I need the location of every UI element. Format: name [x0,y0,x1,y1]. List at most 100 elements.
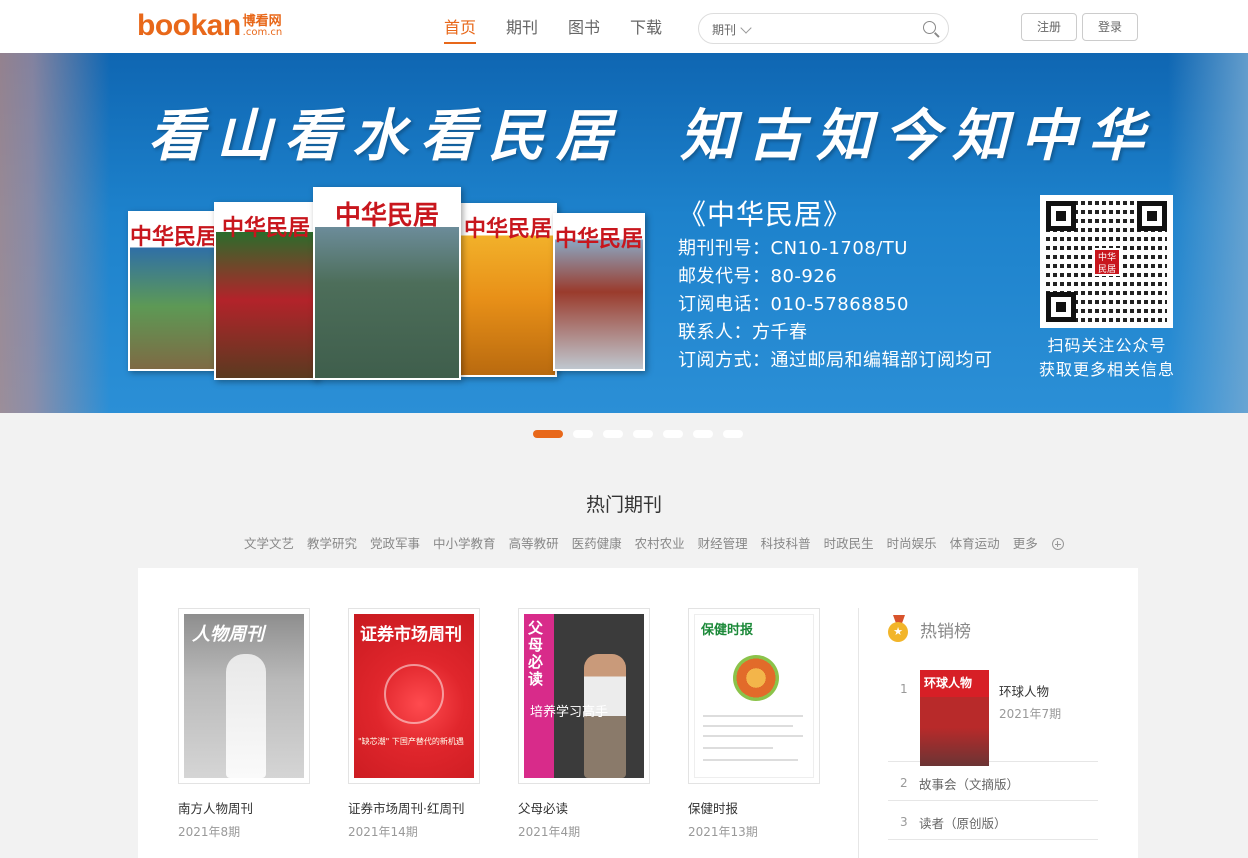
magazine-cover[interactable]: 保健时报 [688,608,820,784]
category-item[interactable]: 中小学教育 [433,533,496,552]
rank-number: 2 [900,776,908,790]
carousel-dot[interactable] [603,430,623,438]
carousel-dot[interactable] [693,430,713,438]
category-item[interactable]: 教学研究 [307,533,357,552]
cover-graphic [733,655,779,701]
logo-domain: .com.cn [242,27,283,38]
nav-books[interactable]: 图书 [568,18,600,44]
cover-caption: 培养学习高手 [530,705,609,720]
carousel-dot[interactable] [663,430,683,438]
cover-masthead: 保健时报 [701,623,754,638]
magazine-name[interactable]: 证券市场周刊·红周刊 [348,798,480,817]
ranking-header: 热销榜 [888,608,1098,650]
carousel-dot[interactable] [633,430,653,438]
nav-download[interactable]: 下载 [630,18,662,44]
rank-number: 3 [900,815,908,829]
category-item[interactable]: 时尚娱乐 [887,533,937,552]
category-item[interactable]: 体育运动 [950,533,1000,552]
cover-text-line [703,725,793,727]
category-item[interactable]: 高等教研 [509,533,559,552]
category-item[interactable]: 党政军事 [370,533,420,552]
banner-info-contact: 联系人：方千春 [678,322,808,343]
magazine-name[interactable]: 保健时报 [688,798,820,817]
category-filter: 文学文艺 教学研究 党政军事 中小学教育 高等教研 医药健康 农村农业 财经管理… [244,533,1090,552]
search-box: 期刊 [698,13,949,44]
magazine-card[interactable]: 父母必读 培养学习高手 父母必读 2021年4期 [518,608,650,840]
hero-banner[interactable]: 看山看水看民居 知古知今知中华 中华民居 中华民居 中华民居 中华民居 中华民居… [0,53,1248,413]
magazine-cover-image: 保健时报 [694,614,814,778]
carousel-dot[interactable] [533,430,563,438]
magazine-cover-image: 证券市场周刊 "缺芯潮" 下国产替代的新机遇 [354,614,474,778]
login-button[interactable]: 登录 [1082,13,1138,41]
banner-info-issn: 期刊刊号：CN10-1708/TU [678,238,908,259]
carousel-dot[interactable] [573,430,593,438]
banner-cover-4: 中华民居 [459,203,557,377]
qr-center-logo: 中华民居 [1093,248,1121,276]
magazine-issue: 2021年13期 [688,825,758,839]
panel-divider [858,608,859,858]
nav-home[interactable]: 首页 [444,18,477,44]
category-item[interactable]: 农村农业 [635,533,685,552]
magazine-cover[interactable]: 父母必读 培养学习高手 [518,608,650,784]
magazine-cover[interactable]: 证券市场周刊 "缺芯潮" 下国产替代的新机遇 [348,608,480,784]
cover-title: 中华民居 [334,201,439,231]
qr-finder [1046,292,1076,322]
register-button[interactable]: 注册 [1021,13,1077,41]
search-type-dropdown[interactable]: 期刊 [712,21,752,38]
magazine-card[interactable]: 证券市场周刊 "缺芯潮" 下国产替代的新机遇 证券市场周刊·红周刊 2021年1… [348,608,480,840]
nav-periodicals[interactable]: 期刊 [506,18,538,44]
banner-prev-slide-edge [0,53,110,413]
main-nav: 首页 期刊 图书 下载 [444,18,692,44]
ranking-item-1[interactable]: 1 环球人物 环球人物 2021年7期 [888,650,1098,766]
banner-cover-2: 中华民居 [214,202,318,380]
magazine-issue: 2021年8期 [178,825,241,839]
bookan-logo[interactable]: bookan 博看网 .com.cn [137,9,282,41]
magazine-cover-image: 人物周刊 [184,614,304,778]
banner-info-subscribe: 订阅方式：通过邮局和编辑部订阅均可 [678,350,993,371]
banner-info-title: 《中华民居》 [678,198,853,231]
category-item[interactable]: 财经管理 [698,533,748,552]
cover-title: 中华民居 [463,217,552,242]
banner-slogan-left: 看山看水看民居 [148,103,624,169]
cover-masthead: 环球人物 [924,676,973,690]
search-icon[interactable] [923,21,936,34]
hot-periodicals-panel: 人物周刊 南方人物周刊 2021年8期 证券市场周刊 "缺芯潮" 下国产替代的新… [138,568,1138,858]
ranking-item-2[interactable]: 2 故事会（文摘版） [888,762,1098,801]
banner-slogan-right: 知古知今知中华 [680,103,1156,169]
qr-code-pattern: 中华民居 [1046,201,1167,322]
ranking-item-issue: 2021年7期 [999,707,1062,721]
category-item[interactable]: 文学文艺 [244,533,294,552]
cover-title: 中华民居 [130,225,219,250]
magazine-name[interactable]: 南方人物周刊 [178,798,310,817]
cover-masthead: 证券市场周刊 [360,625,462,645]
top-header: bookan 博看网 .com.cn 首页 期刊 图书 下载 期刊 注册 登录 [0,0,1248,53]
carousel-dot[interactable] [723,430,743,438]
search-input[interactable] [763,18,913,40]
category-more[interactable]: 更多 [1013,533,1077,552]
qr-code: 中华民居 [1040,195,1173,328]
magazine-card[interactable]: 人物周刊 南方人物周刊 2021年8期 [178,608,310,840]
magazine-cover[interactable]: 人物周刊 [178,608,310,784]
ranking-cover[interactable]: 环球人物 [920,670,989,766]
banner-cover-5: 中华民居 [553,213,645,371]
qr-caption-line-1: 扫码关注公众号 [1047,336,1167,355]
cover-masthead: 人物周刊 [192,624,264,645]
category-item[interactable]: 医药健康 [572,533,622,552]
cover-title: 中华民居 [221,216,310,241]
cover-title: 中华民居 [555,227,644,252]
cover-masthead: 父母必读 [528,619,544,688]
cover-text-line [703,715,803,717]
search-type-label: 期刊 [712,23,737,37]
cover-text-line [703,747,773,749]
ranking-item-name[interactable]: 故事会（文摘版） [919,774,1019,793]
ranking-item-name[interactable]: 读者（原创版） [919,813,1007,832]
ranking-item-name[interactable]: 环球人物 [999,681,1049,700]
category-item[interactable]: 时政民生 [824,533,874,552]
cover-graphic [384,664,444,724]
cover-text-line [703,759,798,761]
category-item[interactable]: 科技科普 [761,533,811,552]
magazine-name[interactable]: 父母必读 [518,798,650,817]
magazine-card[interactable]: 保健时报 保健时报 2021年13期 [688,608,820,840]
ranking-item-3[interactable]: 3 读者（原创版） [888,801,1098,840]
bestseller-ranking: 热销榜 1 环球人物 环球人物 2021年7期 2 故事会（文摘版） 3 读者（… [888,608,1098,840]
